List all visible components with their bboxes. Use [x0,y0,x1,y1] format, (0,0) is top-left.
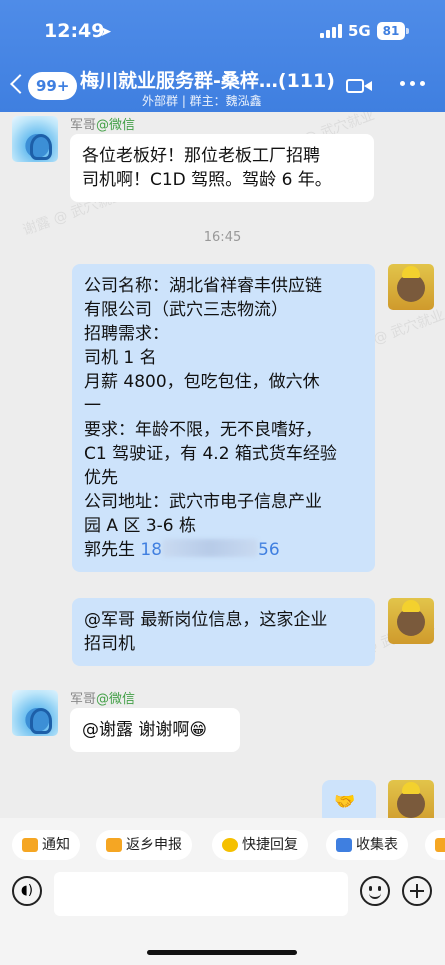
message-input[interactable] [54,872,348,916]
sheet-icon [336,838,352,852]
top-bar: 12:49 ➤ 5G 81 99+ 梅川就业服务群-桑梓…(111) 外部群 |… [0,0,445,112]
quick-toolbar: 通知 返乡申报 快捷回复 收集表 [0,818,445,872]
chat-title[interactable]: 梅川就业服务群-桑梓…(111) [80,66,335,93]
battery-tip [406,28,409,34]
message-bubble[interactable]: @谢露 谢谢啊😁 [70,708,240,752]
chat-area[interactable]: 谢露 @ 武穴就业 谢露 @ 武穴就业 谢露 @ 武穴就业 谢露 @ 武穴就业 … [0,112,445,818]
signal-icon [320,24,342,38]
avatar[interactable] [388,780,434,818]
status-bar: 12:49 ➤ 5G 81 [0,0,445,60]
avatar[interactable] [12,116,58,162]
battery-icon: 81 [377,22,405,40]
network-type: 5G [348,22,371,40]
message-bubble[interactable]: 🤝 [322,780,376,818]
notice-chip[interactable]: 通知 [12,830,80,860]
message-bubble[interactable]: 各位老板好！那位老板工厂招聘 司机啊！C1D 驾照。驾龄 6 年。 [70,134,374,202]
quick-reply-chip[interactable]: 快捷回复 [212,830,308,860]
collection-form-chip[interactable]: 收集表 [326,830,408,860]
form-icon [106,838,122,852]
sender-name: 军哥@微信 [70,692,136,707]
video-call-icon[interactable] [346,77,374,95]
timestamp: 16:45 [203,230,242,245]
back-arrow-icon[interactable] [8,72,26,96]
status-time: 12:49 [44,20,105,42]
avatar[interactable] [12,690,58,736]
chat-icon [222,838,238,852]
phone-link[interactable]: 18 56 [140,539,280,560]
folder-icon [435,838,445,852]
emoji-icon[interactable] [360,876,390,906]
chat-subtitle: 外部群 | 群主：魏泓鑫 [142,94,262,108]
plus-icon[interactable] [402,876,432,906]
contact-line: 郭先生 18 56 [84,539,280,560]
message-bubble[interactable]: 公司名称：湖北省祥睿丰供应链 有限公司（武穴三志物流） 招聘需求： 司机 1 名… [72,264,375,572]
home-indicator [147,950,297,955]
more-chip[interactable] [425,830,445,860]
megaphone-icon [22,838,38,852]
avatar[interactable] [388,598,434,644]
sender-name: 军哥@微信 [70,118,136,133]
return-report-chip[interactable]: 返乡申报 [96,830,192,860]
avatar[interactable] [388,264,434,310]
unread-count-badge[interactable]: 99+ [28,72,78,100]
voice-input-icon[interactable]: ◖) [12,876,42,906]
location-arrow-icon: ➤ [100,24,112,40]
message-bubble[interactable]: @军哥 最新岗位信息，这家企业 招司机 [72,598,375,666]
more-options-icon[interactable] [400,78,426,90]
